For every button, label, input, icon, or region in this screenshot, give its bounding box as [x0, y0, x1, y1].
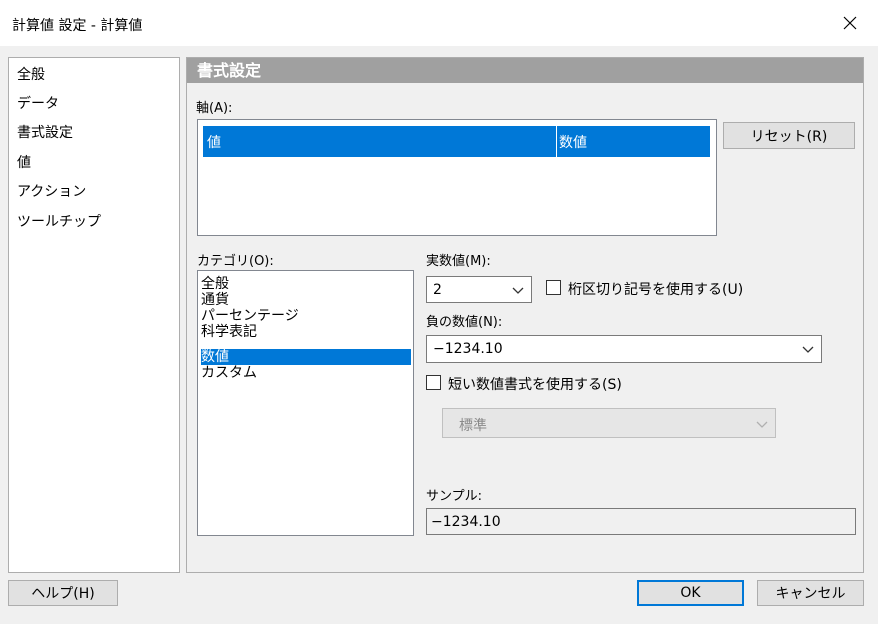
nav-item-general[interactable]: 全般: [17, 64, 45, 84]
sample-value: −1234.10: [431, 514, 501, 530]
nav-item-format[interactable]: 書式設定: [17, 122, 73, 142]
window-title: 計算値 設定 - 計算値: [12, 18, 143, 34]
nav-item-action[interactable]: アクション: [17, 181, 86, 201]
negative-label: 負の数値(N):: [426, 315, 503, 330]
negative-combo[interactable]: −1234.10: [426, 335, 822, 363]
category-item-scientific[interactable]: 科学表記: [201, 324, 411, 340]
close-icon: [843, 16, 857, 30]
axis-column-divider: [556, 126, 557, 157]
nav-item-data[interactable]: データ: [17, 93, 59, 113]
thousands-separator-checkbox[interactable]: [546, 280, 561, 295]
nav-item-value[interactable]: 値: [17, 152, 31, 172]
category-item-number[interactable]: 数値: [201, 349, 411, 365]
ok-button[interactable]: OK: [637, 580, 744, 606]
section-header: 書式設定: [187, 58, 863, 83]
real-combo[interactable]: 2: [426, 276, 532, 303]
short-format-label: 短い数値書式を使用する(S): [448, 377, 622, 393]
reset-button[interactable]: リセット(R): [723, 122, 855, 149]
axis-row-name: 値: [207, 135, 221, 151]
sample-label: サンプル:: [426, 489, 482, 504]
short-format-checkbox[interactable]: [426, 375, 441, 390]
chevron-down-icon: [755, 417, 769, 435]
category-list[interactable]: 全般 通貨 パーセンテージ 科学表記 数値 カスタム: [197, 270, 414, 536]
short-format-value: 標準: [459, 418, 487, 434]
real-label: 実数値(M):: [426, 254, 491, 269]
axis-row-selected[interactable]: 値 数値: [203, 126, 710, 157]
sample-field: −1234.10: [426, 508, 856, 535]
cancel-button[interactable]: キャンセル: [757, 580, 864, 606]
category-item-general[interactable]: 全般: [201, 276, 411, 292]
nav-item-tooltip[interactable]: ツールチップ: [17, 211, 101, 231]
chevron-down-icon: [801, 342, 815, 360]
axis-row-type: 数値: [559, 135, 587, 151]
real-value: 2: [433, 282, 442, 298]
close-button[interactable]: [830, 8, 870, 38]
chevron-down-icon: [511, 283, 525, 301]
category-item-currency[interactable]: 通貨: [201, 292, 411, 308]
category-item-custom[interactable]: カスタム: [201, 365, 411, 381]
axis-label: 軸(A):: [196, 101, 233, 116]
nav-list[interactable]: 全般 データ 書式設定 値 アクション ツールチップ: [8, 57, 180, 573]
negative-value: −1234.10: [433, 341, 503, 357]
thousands-separator-label: 桁区切り記号を使用する(U): [568, 282, 744, 298]
category-label: カテゴリ(O):: [197, 254, 274, 269]
short-format-combo: 標準: [442, 408, 776, 438]
help-button[interactable]: ヘルプ(H): [8, 580, 118, 606]
category-item-percentage[interactable]: パーセンテージ: [201, 308, 411, 324]
